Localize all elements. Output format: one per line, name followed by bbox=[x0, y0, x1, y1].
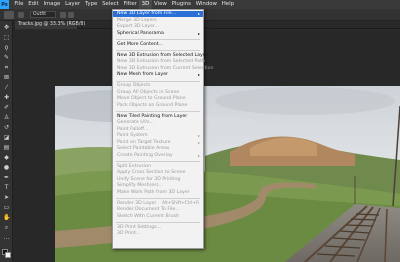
menu-item-create-painting-overlay[interactable]: Create Painting Overlay ▸ bbox=[113, 153, 203, 159]
menu-item-get-more-content[interactable]: Get More Content... bbox=[113, 42, 203, 48]
menu-item-extrusion-from-path[interactable]: New 3D Extrusion from Selected Path bbox=[113, 59, 205, 65]
eraser-tool-icon[interactable]: ◪ bbox=[3, 134, 10, 141]
zoom-tool-icon[interactable]: ⌕ bbox=[3, 224, 10, 231]
healing-brush-tool-icon[interactable]: ✚ bbox=[3, 94, 10, 101]
eyedropper-tool-icon[interactable]: ⁄ bbox=[3, 84, 10, 91]
option-icon[interactable] bbox=[68, 12, 74, 18]
menu-plugins[interactable]: Plugins bbox=[169, 0, 193, 9]
menu-item-paint-falloff[interactable]: Paint Falloff... bbox=[113, 127, 203, 133]
menu-separator bbox=[116, 80, 200, 82]
dodge-tool-icon[interactable]: ● bbox=[3, 164, 10, 171]
option-icon[interactable] bbox=[60, 12, 66, 18]
tool-preset-icon[interactable] bbox=[4, 11, 14, 19]
menu-layer[interactable]: Layer bbox=[63, 0, 83, 9]
background-color-swatch[interactable] bbox=[5, 252, 11, 258]
photoshop-logo-icon[interactable]: Ps bbox=[0, 0, 9, 9]
history-brush-tool-icon[interactable]: ↺ bbox=[3, 124, 10, 131]
type-tool-icon[interactable]: T bbox=[3, 184, 10, 191]
quick-select-tool-icon[interactable]: ✎ bbox=[3, 54, 10, 61]
menu-item-group-objects[interactable]: Group Objects bbox=[113, 83, 203, 89]
menu-item-3d-print[interactable]: 3D Print... bbox=[113, 231, 203, 237]
menu-item-paint-system[interactable]: Paint System ▸ bbox=[113, 133, 203, 139]
gear-icon[interactable] bbox=[18, 12, 24, 18]
menu-item-sketch-with-brush[interactable]: Sketch With Current Brush bbox=[113, 214, 203, 220]
marquee-tool-icon[interactable]: ⬚ bbox=[3, 34, 10, 41]
document-tab-bar: Tracks.jpg @ 33.3% (RGB/8) bbox=[13, 21, 400, 29]
menu-separator bbox=[116, 39, 200, 40]
menu-item-3d-print-settings[interactable]: 3D Print Settings... bbox=[113, 225, 203, 231]
menu-separator bbox=[116, 161, 200, 162]
blur-tool-icon[interactable]: ◆ bbox=[3, 154, 10, 161]
menu-edit[interactable]: Edit bbox=[26, 0, 41, 9]
menu-select[interactable]: Select bbox=[100, 0, 121, 9]
frame-tool-icon[interactable]: ⊠ bbox=[3, 74, 10, 81]
menu-image[interactable]: Image bbox=[41, 0, 63, 9]
menu-item-new-3d-layer-from-file[interactable]: New 3D Layer from File... ▸ bbox=[113, 11, 203, 18]
menu-3d[interactable]: 3D bbox=[139, 0, 152, 9]
more-tools-icon[interactable]: … bbox=[3, 234, 10, 241]
menu-item-split-extrusion[interactable]: Split Extrusion bbox=[113, 164, 203, 170]
menu-item-extrusion-from-selection[interactable]: New 3D Extrusion from Current Selection bbox=[113, 66, 213, 72]
menu-item-select-paintable-areas[interactable]: Select Paintable Areas bbox=[113, 146, 203, 152]
blend-select[interactable]: Outfit bbox=[30, 11, 56, 18]
menu-item-apply-cross-section[interactable]: Apply Cross Section to Scene bbox=[113, 170, 203, 176]
pen-tool-icon[interactable]: ✒ bbox=[3, 174, 10, 181]
menu-view[interactable]: View bbox=[152, 0, 170, 9]
menu-separator bbox=[116, 198, 200, 199]
menu-item-render-document-to-file[interactable]: Render Document To File... bbox=[113, 207, 203, 213]
menu-filter[interactable]: Filter bbox=[121, 0, 139, 9]
gradient-tool-icon[interactable]: ▤ bbox=[3, 144, 10, 151]
menu-item-make-work-path[interactable]: Make Work Path from 3D Layer bbox=[113, 190, 203, 196]
menu-item-paint-on-target-texture[interactable]: Paint on Target Texture ▸ bbox=[113, 140, 203, 146]
menu-bar: Ps File Edit Image Layer Type Select Fil… bbox=[0, 0, 400, 9]
menu-type[interactable]: Type bbox=[83, 0, 100, 9]
menu-item-move-to-ground[interactable]: Move Object to Ground Plane bbox=[113, 96, 203, 102]
crop-tool-icon[interactable]: ⌗ bbox=[3, 64, 10, 71]
menu-separator bbox=[116, 111, 200, 112]
move-tool-icon[interactable]: ✥ bbox=[3, 24, 10, 31]
menu-separator bbox=[116, 50, 200, 51]
menu-item-pack-on-ground[interactable]: Pack Objects on Ground Plane bbox=[113, 103, 203, 109]
menu-item-merge-3d-layers[interactable]: Merge 3D Layers bbox=[113, 18, 203, 24]
menu-item-group-all-objects[interactable]: Group All Objects in Scene bbox=[113, 90, 203, 96]
rectangle-tool-icon[interactable]: ▭ bbox=[3, 204, 10, 211]
hand-tool-icon[interactable]: ✋ bbox=[3, 214, 10, 221]
menu-separator bbox=[116, 222, 200, 223]
menu-item-new-mesh-from-layer[interactable]: New Mesh from Layer ▸ bbox=[113, 72, 203, 78]
menu-item-extrusion-from-layer[interactable]: New 3D Extrusion from Selected Layer bbox=[113, 53, 208, 59]
menu-item-tiled-painting[interactable]: New Tiled Painting from Layer bbox=[113, 114, 203, 120]
menu-item-export-3d-layer[interactable]: Export 3D Layer... bbox=[113, 24, 203, 30]
menu-help[interactable]: Help bbox=[219, 0, 236, 9]
menu-item-spherical-panorama[interactable]: Spherical Panorama ▸ bbox=[113, 31, 203, 37]
menu-item-unify-scene[interactable]: Unify Scene for 3D Printing bbox=[113, 177, 203, 183]
path-select-tool-icon[interactable]: ➤ bbox=[3, 194, 10, 201]
document-tab[interactable]: Tracks.jpg @ 33.3% (RGB/8) bbox=[15, 21, 85, 29]
menu-item-simplify-meshes[interactable]: Simplify Mesh(es)... bbox=[113, 183, 203, 189]
menu-item-render-3d-layer[interactable]: Render 3D Layer Alt+Shift+Ctrl+R bbox=[113, 201, 203, 207]
clone-stamp-tool-icon[interactable]: ♙ bbox=[3, 114, 10, 121]
brush-tool-icon[interactable]: ✐ bbox=[3, 104, 10, 111]
menu-item-generate-uvs[interactable]: Generate UVs... bbox=[113, 120, 203, 126]
menu-window[interactable]: Window bbox=[193, 0, 219, 9]
render-shortcut: Alt+Shift+Ctrl+R bbox=[161, 200, 199, 206]
tools-panel: ✥ ⬚ ϙ ✎ ⌗ ⊠ ⁄ ✚ ✐ ♙ ↺ ◪ ▤ ◆ ● ✒ T ➤ ▭ ✋ … bbox=[0, 21, 13, 262]
canvas-photo bbox=[55, 86, 400, 262]
lasso-tool-icon[interactable]: ϙ bbox=[3, 44, 10, 51]
3d-menu-dropdown: New 3D Layer from File... ▸ Merge 3D Laye… bbox=[112, 9, 213, 249]
menu-file[interactable]: File bbox=[12, 0, 26, 9]
